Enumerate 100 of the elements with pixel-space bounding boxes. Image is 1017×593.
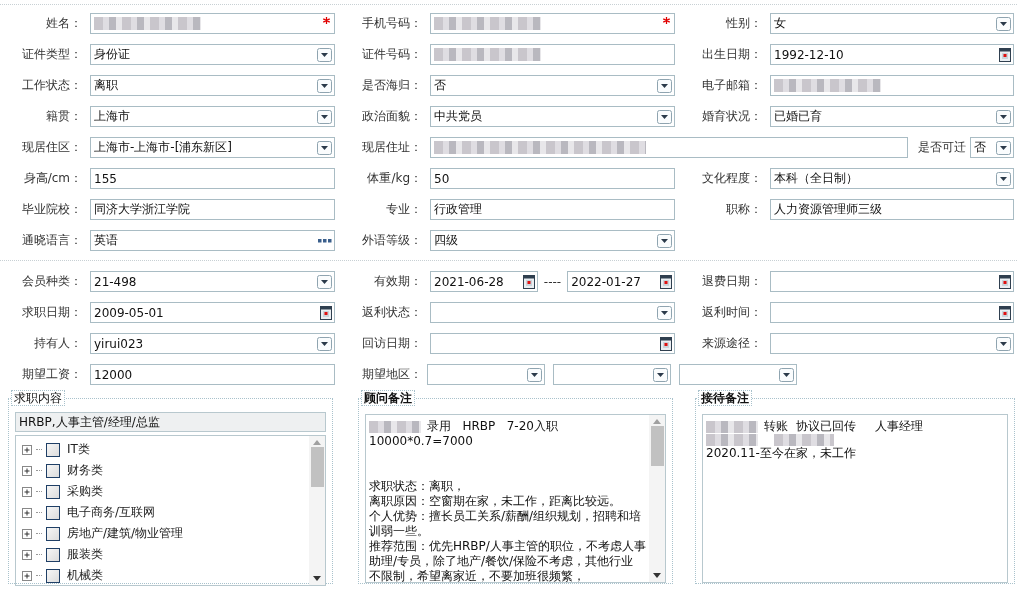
field-label: 身高/cm： [22, 170, 83, 187]
expand-icon[interactable] [22, 507, 32, 518]
calendar-icon[interactable] [522, 274, 535, 289]
expand-icon[interactable] [22, 486, 32, 497]
required-asterisk-icon [323, 17, 330, 24]
memo-text: 录用 HRBP 7-20入职 [427, 419, 558, 434]
expand-icon[interactable] [22, 570, 32, 581]
dropdown-field[interactable]: 身份证 [90, 44, 335, 65]
memo-textarea[interactable]: 录用 HRBP 7-20入职 10000*0.7=7000 求职状态：离职， 离职原因：空窗期在家，未工作，距离比较远。 个人优势：擅长员工关系/薪酬/组织规划，招聘和培 训弱一些。 推荐范围：优先HRBP/人事主管的职位，不考虑人事 助理/专员，除了地产/餐饮/保险不考虑，其他行业 不限制，希望离家近，不要加班很频繁， [365, 414, 666, 583]
checkbox[interactable] [46, 484, 60, 499]
calendar-icon[interactable] [660, 336, 672, 351]
checkbox[interactable] [46, 463, 60, 478]
field-label: 手机号码： [361, 15, 423, 32]
lookup-field[interactable]: 英语 [90, 230, 335, 251]
calendar-icon[interactable] [660, 274, 672, 289]
dropdown-field[interactable] [770, 333, 1014, 354]
dropdown-field[interactable] [553, 364, 671, 385]
redacted-block [706, 420, 758, 433]
redacted-block [369, 420, 421, 433]
dropdown-field[interactable]: 女 [770, 13, 1014, 34]
field-label: 期望地区： [361, 366, 423, 383]
dropdown-field[interactable] [427, 364, 545, 385]
text-field[interactable] [770, 75, 1014, 96]
calendar-icon[interactable] [999, 305, 1011, 320]
field-label: 出生日期： [701, 46, 763, 63]
required-asterisk-icon [663, 17, 670, 24]
field-label: 会员种类： [21, 273, 83, 290]
date-field[interactable] [770, 302, 1014, 323]
dropdown-field[interactable]: 21-498 [90, 271, 335, 292]
dropdown-field[interactable]: 四级 [430, 230, 675, 251]
date-field[interactable]: 1992-12-10 [770, 44, 1014, 65]
memo-text: 不限制，希望离家近，不要加班很频繁， [369, 569, 585, 582]
checkbox[interactable] [46, 547, 60, 562]
checkbox[interactable] [46, 442, 60, 457]
selection-field[interactable]: HRBP,人事主管/经理/总监 [15, 412, 326, 432]
dropdown-field[interactable]: yirui023 [90, 333, 335, 354]
memo-text: 助理/专员，除了地产/餐饮/保险不考虑，其他行业 [369, 554, 634, 569]
text-field[interactable] [430, 13, 675, 34]
field-label: 是否海归： [361, 77, 423, 94]
dropdown-field[interactable]: 离职 [90, 75, 335, 96]
dropdown-field[interactable]: 否 [970, 137, 1014, 158]
scroll-down-icon[interactable] [313, 576, 321, 581]
expand-icon[interactable] [22, 465, 32, 476]
scroll-thumb[interactable] [310, 447, 324, 487]
group-title: 求职内容 [11, 390, 65, 406]
calendar-icon[interactable] [999, 47, 1011, 62]
text-field[interactable]: 行政管理 [430, 199, 675, 220]
tree-item-label[interactable]: 财务类 [67, 462, 103, 479]
date-field[interactable]: 2021-06-28 [430, 271, 538, 292]
date-field[interactable]: 2009-05-01 [90, 302, 335, 323]
tree-item-label[interactable]: IT类 [67, 441, 90, 458]
tree-item-label[interactable]: 服装类 [67, 546, 103, 563]
field-label: 专业： [385, 201, 423, 218]
text-field[interactable] [90, 13, 335, 34]
dropdown-field[interactable]: 否 [430, 75, 675, 96]
expand-icon[interactable] [22, 528, 32, 539]
calendar-icon[interactable] [320, 305, 332, 320]
dropdown-field[interactable]: 上海市 [90, 106, 335, 127]
more-icon[interactable] [318, 238, 332, 243]
memo-textarea[interactable]: 转账 协议已回传 人事经理 2020.11-至今在家，未工作 [702, 414, 1008, 583]
tree-item-label[interactable]: 房地产/建筑/物业管理 [67, 525, 184, 542]
text-field[interactable] [430, 44, 675, 65]
calendar-icon[interactable] [999, 274, 1011, 289]
field-label: 求职日期： [21, 304, 83, 321]
dropdown-field[interactable]: 已婚已育 [770, 106, 1014, 127]
text-field[interactable]: 同济大学浙江学院 [90, 199, 335, 220]
scroll-down-icon[interactable] [653, 573, 661, 578]
expand-icon[interactable] [22, 444, 32, 455]
dropdown-field[interactable]: 中共党员 [430, 106, 675, 127]
text-field[interactable]: 12000 [90, 364, 335, 385]
checkbox[interactable] [46, 568, 60, 583]
date-field[interactable] [770, 271, 1014, 292]
dropdown-field[interactable]: 本科（全日制） [770, 168, 1014, 189]
text-field[interactable]: 人力资源管理师三级 [770, 199, 1014, 220]
scrollbar[interactable] [309, 436, 325, 585]
dropdown-field[interactable] [430, 302, 675, 323]
expand-icon[interactable] [22, 549, 32, 560]
field-label: 返利状态： [361, 304, 423, 321]
text-field[interactable]: 155 [90, 168, 335, 189]
date-field[interactable]: 2022-01-27 [567, 271, 675, 292]
scrollbar[interactable] [649, 415, 665, 582]
field-label: 有效期： [373, 273, 423, 290]
tree-item-label[interactable]: 机械类 [67, 567, 103, 584]
text-field[interactable]: 50 [430, 168, 675, 189]
field-label: 外语等级： [361, 232, 423, 249]
field-label: 性别： [725, 15, 763, 32]
checkbox[interactable] [46, 526, 60, 541]
memo-text: 个人优势：擅长员工关系/薪酬/组织规划，招聘和培 [369, 509, 642, 524]
date-field[interactable] [430, 333, 675, 354]
memo-text: 转账 协议已回传 人事经理 [764, 419, 923, 434]
field-label: 期望工资： [21, 366, 83, 383]
tree-item-label[interactable]: 电子商务/互联网 [67, 504, 156, 521]
tree-item-label[interactable]: 采购类 [67, 483, 103, 500]
dropdown-field[interactable] [679, 364, 797, 385]
redacted-block [706, 434, 758, 446]
checkbox[interactable] [46, 505, 60, 520]
dropdown-field[interactable]: 上海市-上海市-[浦东新区] [90, 137, 335, 158]
scroll-thumb[interactable] [650, 426, 664, 466]
text-field[interactable] [430, 137, 908, 158]
field-label: 回访日期： [361, 335, 423, 352]
